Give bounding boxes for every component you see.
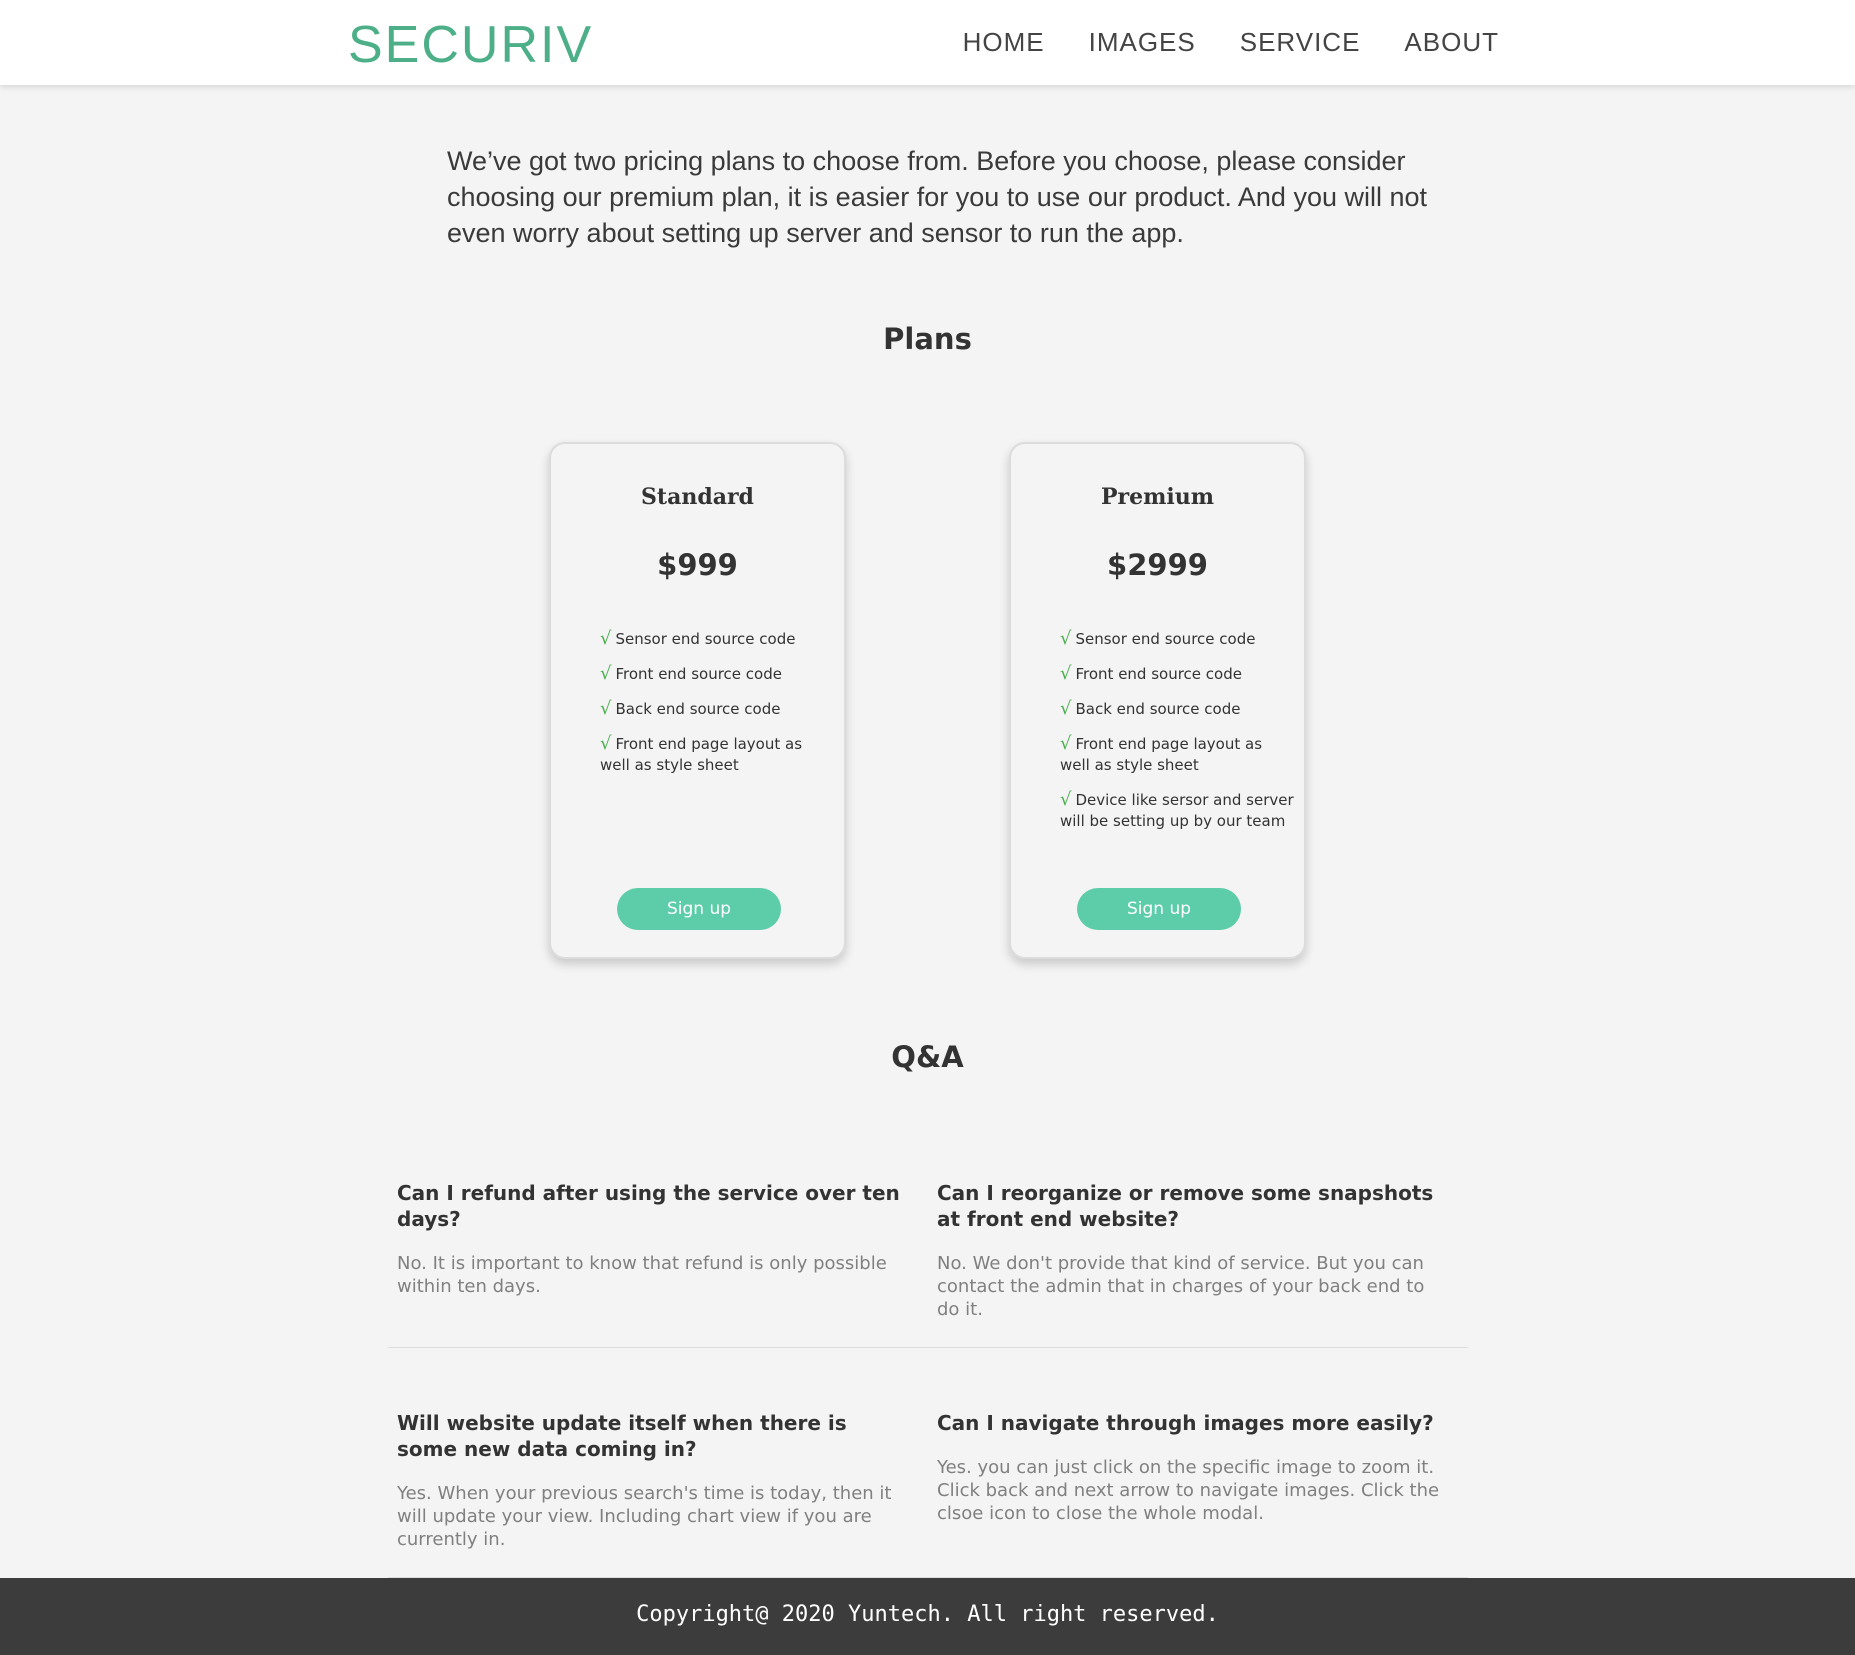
feature-label: Sensor end source code xyxy=(615,630,796,648)
qa-item: Can I navigate through images more easil… xyxy=(937,1410,1447,1525)
check-icon: √ xyxy=(600,628,612,649)
plans-title: Plans xyxy=(883,322,972,356)
intro-text: We’ve got two pricing plans to choose fr… xyxy=(447,146,1428,248)
feature-item: √ Front end page layout as well as style … xyxy=(600,733,835,776)
check-icon: √ xyxy=(1060,663,1072,684)
footer: Copyright@ 2020 Yuntech. All right reser… xyxy=(0,1578,1855,1655)
plan-name: Premium xyxy=(1100,484,1215,510)
feature-label: Front end source code xyxy=(1075,665,1242,683)
plan-price: $999 xyxy=(657,548,738,582)
qa-divider xyxy=(388,1347,1468,1348)
feature-item: √ Front end page layout as well as style … xyxy=(1060,733,1295,776)
nav-link-about[interactable]: ABOUT xyxy=(1404,24,1499,60)
feature-label: Sensor end source code xyxy=(1075,630,1256,648)
navbar: SECURIV HOME IMAGES SERVICE ABOUT xyxy=(0,0,1855,85)
qa-item: Can I reorganize or remove some snapshot… xyxy=(937,1180,1447,1321)
feature-label: Front end page layout as well as style s… xyxy=(1060,735,1263,774)
feature-list: √ Sensor end source code √ Front end sourc… xyxy=(600,628,835,789)
feature-label: Back end source code xyxy=(615,700,781,718)
feature-label: Device like sersor and server will be se… xyxy=(1060,791,1294,830)
nav-link-service[interactable]: SERVICE xyxy=(1240,24,1361,60)
feature-item: √ Back end source code xyxy=(600,698,835,720)
feature-label: Front end page layout as well as style s… xyxy=(600,735,803,774)
feature-item: √ Sensor end source code xyxy=(1060,628,1295,650)
qa-question: Will website update itself when there is… xyxy=(397,1411,847,1461)
nav-link-images[interactable]: IMAGES xyxy=(1089,24,1196,60)
nav-links: HOME IMAGES SERVICE ABOUT xyxy=(963,24,1499,60)
feature-label: Front end source code xyxy=(615,665,782,683)
feature-item: √ Sensor end source code xyxy=(600,628,835,650)
qa-question: Can I reorganize or remove some snapshot… xyxy=(937,1181,1434,1231)
qa-title: Q&A xyxy=(891,1040,964,1074)
qa-item: Will website update itself when there is… xyxy=(397,1410,907,1551)
check-icon: √ xyxy=(600,663,612,684)
plan-name: Standard xyxy=(641,484,754,510)
feature-list: √ Sensor end source code √ Front end sourc… xyxy=(1060,628,1295,845)
qa-question: Can I refund after using the service ove… xyxy=(397,1181,900,1231)
qa-item: Can I refund after using the service ove… xyxy=(397,1180,907,1298)
check-icon: √ xyxy=(1060,628,1072,649)
check-icon: √ xyxy=(600,733,612,754)
feature-item: √ Front end source code xyxy=(600,663,835,685)
check-icon: √ xyxy=(1060,698,1072,719)
qa-question: Can I navigate through images more easil… xyxy=(937,1411,1434,1435)
feature-item: √ Back end source code xyxy=(1060,698,1295,720)
check-icon: √ xyxy=(1060,789,1072,810)
signup-button-premium[interactable]: Sign up xyxy=(1077,888,1241,930)
feature-item: √ Front end source code xyxy=(1060,663,1295,685)
feature-item: √ Device like sersor and server will be s… xyxy=(1060,789,1295,832)
signup-button-standard[interactable]: Sign up xyxy=(617,888,781,930)
footer-copyright: Copyright@ 2020 Yuntech. All right reser… xyxy=(636,1602,1219,1627)
plan-price: $2999 xyxy=(1107,548,1208,582)
check-icon: √ xyxy=(1060,733,1072,754)
brand-logo[interactable]: SECURIV xyxy=(348,14,593,76)
qa-answer: No. We don't provide that kind of servic… xyxy=(937,1253,1425,1320)
qa-answer: No. It is important to know that refund … xyxy=(397,1253,887,1297)
plan-card-standard: Standard $999 √ Sensor end source code √ F… xyxy=(549,442,846,959)
feature-label: Back end source code xyxy=(1075,700,1241,718)
check-icon: √ xyxy=(600,698,612,719)
plan-card-premium: Premium $2999 √ Sensor end source code √ F… xyxy=(1009,442,1306,959)
qa-answer: Yes. When your previous search's time is… xyxy=(397,1483,892,1550)
qa-answer: Yes. you can just click on the specific … xyxy=(937,1457,1440,1524)
nav-link-home[interactable]: HOME xyxy=(963,24,1045,60)
